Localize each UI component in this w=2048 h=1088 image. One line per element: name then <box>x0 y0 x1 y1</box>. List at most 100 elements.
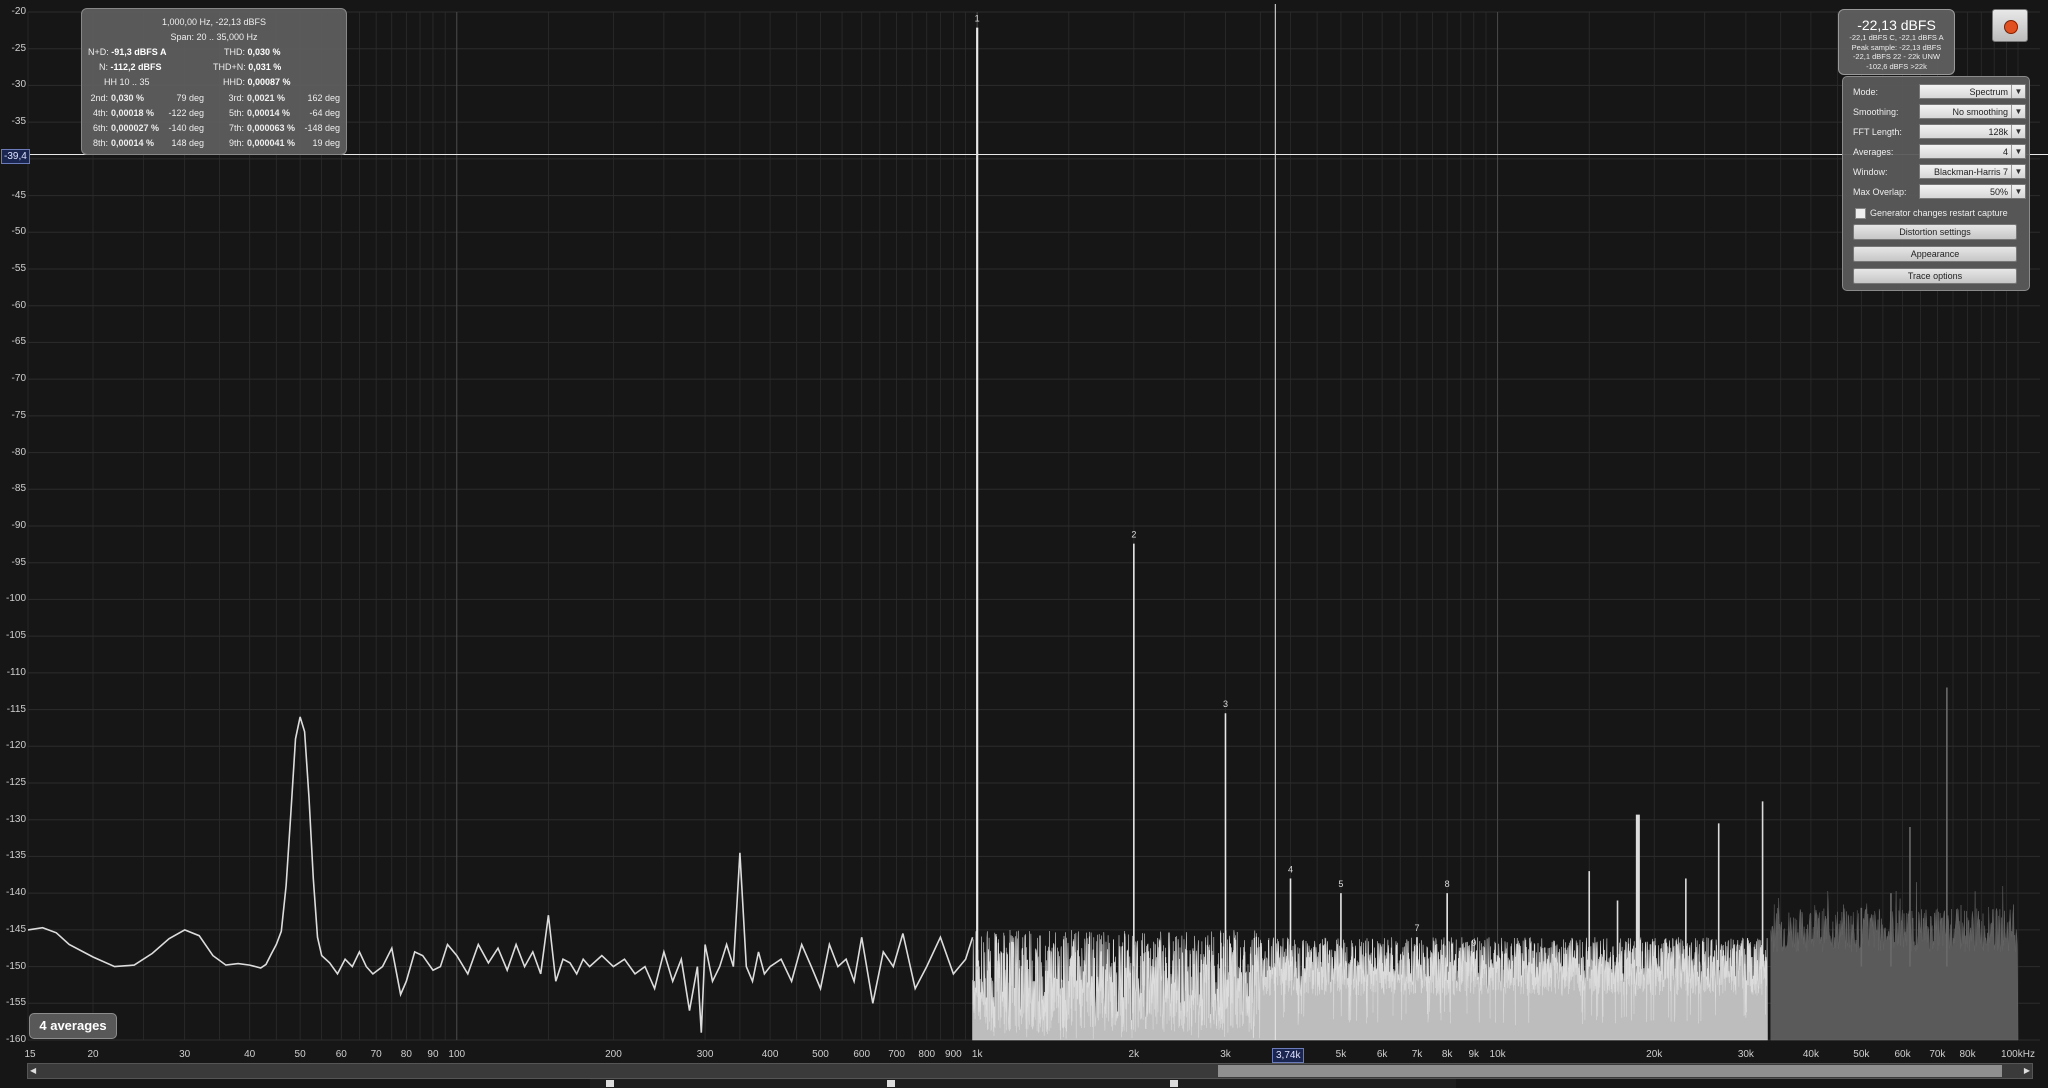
spectrum-plot[interactable]: 1 2 3 4 5 7 8 9 <box>0 0 2048 1088</box>
y-tick-label: -85 <box>11 483 26 495</box>
harmonic-phase: -140 deg <box>168 123 204 133</box>
x-tick-label: 15 <box>24 1049 36 1060</box>
x-tick-label: 1k <box>971 1049 983 1060</box>
harmonic-label: 9th: <box>228 138 244 148</box>
y-tick-label: -25 <box>11 42 26 54</box>
distortion-settings-button[interactable]: Distortion settings <box>1853 224 2017 240</box>
cursor-y-readout: -39,4 <box>1 149 30 164</box>
plot-grid <box>27 11 2040 1041</box>
horizontal-scrollbar[interactable]: ◀ ▶ <box>27 1063 2033 1079</box>
y-tick-label: -120 <box>5 740 26 752</box>
setting-select[interactable]: Spectrum ▼ <box>1919 84 2026 99</box>
legend-checkbox-3[interactable] <box>1170 1080 1178 1087</box>
chevron-down-icon[interactable]: ▼ <box>2011 145 2025 158</box>
record-button[interactable] <box>1992 9 2028 42</box>
y-tick-label: -155 <box>5 997 26 1009</box>
x-tick-label: 6k <box>1376 1049 1388 1060</box>
harmonic-value: 0,030 % <box>111 93 145 103</box>
legend-checkbox-2[interactable] <box>887 1080 895 1087</box>
arrow-right-icon[interactable]: ▶ <box>2024 1066 2030 1075</box>
setting-select[interactable]: Blackman-Harris 7 ▼ <box>1919 164 2026 179</box>
y-tick-label: -115 <box>6 703 26 715</box>
chevron-down-icon[interactable]: ▼ <box>2011 105 2025 118</box>
x-tick-label: 800 <box>918 1049 936 1060</box>
x-tick-label: 900 <box>945 1049 962 1060</box>
harmonic-label-9: 9 <box>1471 938 1476 948</box>
chevron-down-icon[interactable]: ▼ <box>2011 125 2025 138</box>
chevron-down-icon[interactable]: ▼ <box>2011 165 2025 178</box>
setting-label: Max Overlap: <box>1853 187 1907 197</box>
x-tick-label: 200 <box>605 1049 622 1060</box>
setting-label: FFT Length: <box>1853 127 1902 137</box>
y-tick-label: -140 <box>5 887 26 899</box>
x-tick-label: 400 <box>761 1049 779 1060</box>
y-tick-label: -160 <box>5 1034 26 1045</box>
hh-label: HH 10 .. 35 <box>104 77 150 87</box>
x-tick-label: 9k <box>1468 1049 1480 1060</box>
harmonic-label: 6th: <box>92 123 108 133</box>
appearance-button[interactable]: Appearance <box>1853 246 2017 262</box>
cursor-x-readout: 3,74k <box>1272 1048 1305 1063</box>
generator-restart-label: Generator changes restart capture <box>1870 208 2008 218</box>
x-tick-label: 50k <box>1853 1049 1870 1060</box>
setting-row-smoothing: Smoothing: No smoothing ▼ <box>1853 104 2026 120</box>
setting-label: Window: <box>1853 167 1888 177</box>
x-tick-label: 500 <box>812 1049 829 1060</box>
y-tick-label: -145 <box>5 923 26 935</box>
setting-select[interactable]: 128k ▼ <box>1919 124 2026 139</box>
y-tick-label: -75 <box>11 409 26 421</box>
thdn-value: 0,031 % <box>248 62 282 72</box>
harmonic-label: 8th: <box>92 138 108 148</box>
y-tick-label: -45 <box>11 189 26 201</box>
harmonic-label: 5th: <box>228 108 244 118</box>
level-line-2: Peak sample: -22,13 dBFS <box>1851 42 1942 52</box>
y-tick-label: -55 <box>11 263 26 274</box>
n-label: N: <box>99 62 108 72</box>
y-tick-label: -35 <box>11 116 26 128</box>
setting-select[interactable]: 4 ▼ <box>1919 144 2026 159</box>
x-tick-label: 20k <box>1646 1049 1663 1060</box>
x-tick-label: 5k <box>1335 1049 1347 1060</box>
x-tick-label: 30k <box>1737 1049 1754 1060</box>
trace-options-button[interactable]: Trace options <box>1853 268 2017 284</box>
chevron-down-icon[interactable]: ▼ <box>2011 185 2025 198</box>
harmonic-label-1: 1 <box>975 14 980 24</box>
setting-row-window: Window: Blackman-Harris 7 ▼ <box>1853 164 2026 180</box>
legend-checkbox-1[interactable] <box>606 1080 614 1087</box>
y-tick-label: -60 <box>11 299 26 311</box>
setting-row-maxoverlap: Max Overlap: 50% ▼ <box>1853 184 2026 200</box>
level-line-3: -22,1 dBFS 22 - 22k UNW <box>1852 52 1941 61</box>
chevron-down-icon[interactable]: ▼ <box>2011 85 2025 98</box>
y-tick-label: -100 <box>5 593 26 605</box>
thd-value: 0,030 % <box>247 47 281 57</box>
setting-select[interactable]: No smoothing ▼ <box>1919 104 2026 119</box>
harmonic-phase: 148 deg <box>171 138 204 148</box>
x-tick-label: 100kHz <box>2001 1049 2035 1060</box>
stats-span: Span: 20 .. 35,000 Hz <box>170 32 258 42</box>
x-tick-label: 40k <box>1802 1049 1819 1060</box>
harmonic-label: 4th: <box>92 108 108 118</box>
x-tick-label: 70 <box>370 1049 382 1060</box>
setting-select[interactable]: 50% ▼ <box>1919 184 2026 199</box>
harmonic-label-4: 4 <box>1288 864 1293 874</box>
hhd-value: 0,00087 % <box>247 77 291 87</box>
scrollbar-thumb[interactable] <box>1218 1065 2002 1077</box>
arrow-left-icon[interactable]: ◀ <box>30 1066 36 1075</box>
y-tick-label: -95 <box>11 556 26 568</box>
level-main: -22,13 dBFS <box>1857 17 1936 33</box>
x-tick-label: 7k <box>1411 1049 1423 1060</box>
checkbox-box[interactable] <box>1855 208 1866 219</box>
harmonic-phase: 79 deg <box>176 93 204 103</box>
record-icon <box>2004 20 2018 34</box>
y-tick-label: -130 <box>5 813 26 825</box>
spectrum-settings-panel: Mode: Spectrum ▼ Smoothing: No smoothing ▼ FFT… <box>1842 76 2030 291</box>
harmonic-phase: -148 deg <box>304 123 340 133</box>
y-tick-label: -70 <box>11 373 26 385</box>
y-tick-label: -135 <box>5 850 26 862</box>
setting-row-averages: Averages: 4 ▼ <box>1853 144 2026 160</box>
spectrum-traces <box>27 27 2019 1041</box>
harmonic-value: 0,0021 % <box>247 93 286 103</box>
harmonic-label-2: 2 <box>1131 530 1136 540</box>
thd-label: THD: <box>224 47 245 57</box>
harmonic-label: 7th: <box>228 123 244 133</box>
